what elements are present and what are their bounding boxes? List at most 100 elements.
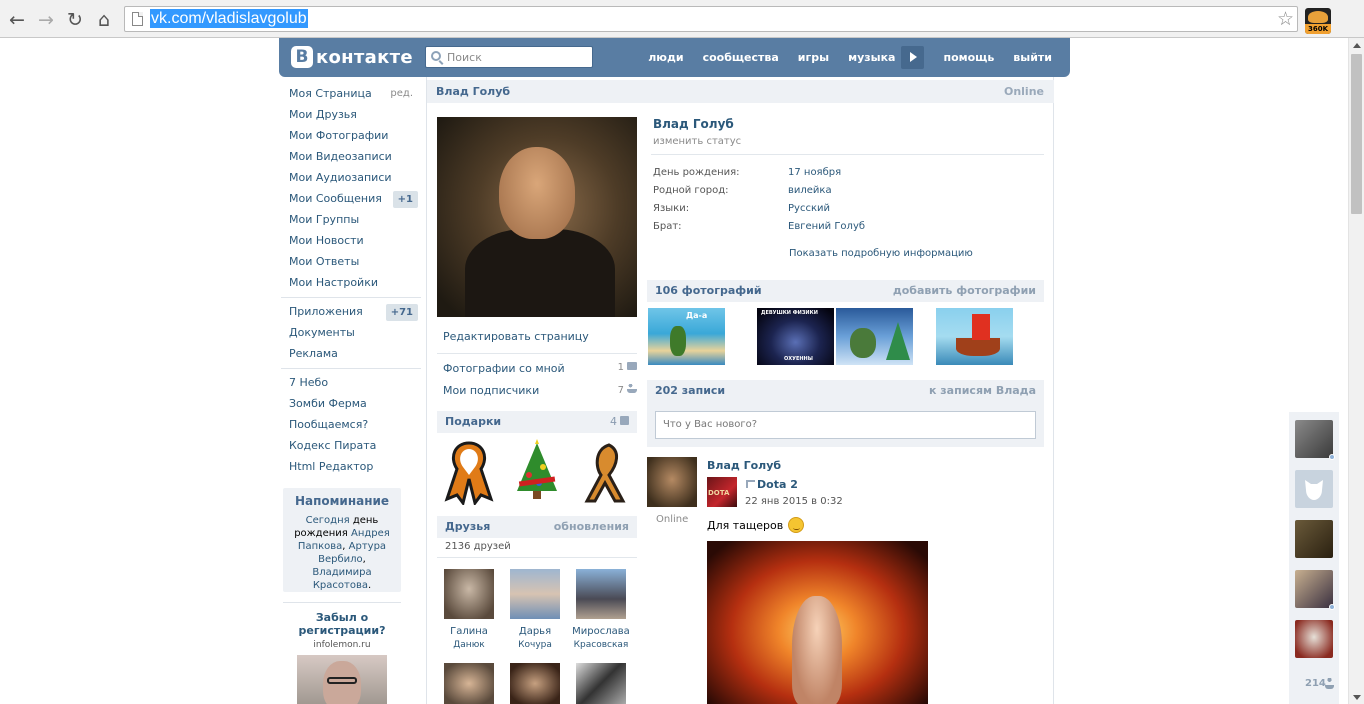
wall-post-input[interactable]: Что у Вас нового? <box>655 411 1036 439</box>
menu-friends[interactable]: Мои Друзья <box>281 105 421 126</box>
friend-photo[interactable] <box>444 569 494 619</box>
repost-source-avatar[interactable]: DOTA <box>707 477 737 507</box>
friend-item[interactable]: Галина Данюк <box>436 569 502 652</box>
friend-name[interactable]: Мирослава Красовская <box>568 625 634 652</box>
subscribers-link[interactable]: Мои подписчики <box>443 384 539 397</box>
address-bar[interactable]: vk.com/vladislavgolub ☆ <box>124 6 1298 32</box>
post-image[interactable] <box>707 541 928 704</box>
edit-page-link[interactable]: Редактировать страницу <box>443 330 589 343</box>
post-author-avatar[interactable] <box>647 457 697 507</box>
info-value-link[interactable]: Евгений Голуб <box>788 221 865 232</box>
gift-christmas-tree-icon[interactable] <box>509 439 565 505</box>
add-photos-link[interactable]: добавить фотографии <box>893 284 1036 297</box>
play-icon[interactable] <box>901 46 925 69</box>
friends-total[interactable]: 2136 друзей <box>445 541 511 552</box>
gift-ribbon-icon[interactable] <box>441 439 497 507</box>
dock-friend-avatar[interactable] <box>1295 420 1335 460</box>
friends-header[interactable]: Друзья обновления <box>437 516 637 538</box>
menu-photos[interactable]: Мои Фотографии <box>281 126 421 147</box>
repost-source-name[interactable]: Dota 2 <box>757 478 798 491</box>
forward-arrow-icon[interactable]: → <box>35 9 57 31</box>
friend-name[interactable]: Галина Данюк <box>436 625 502 652</box>
friends-updates-link[interactable]: обновления <box>554 520 629 533</box>
menu-game-5[interactable]: Html Редактор <box>281 457 421 478</box>
subscribers-row[interactable]: Мои подписчики 7 <box>427 384 637 400</box>
photos-with-me-row[interactable]: Фотографии со мной 1 <box>427 362 637 378</box>
friend-photo[interactable] <box>576 569 626 619</box>
vk-logo[interactable]: B контакте <box>291 46 413 68</box>
menu-game-3[interactable]: Пообщаемся? <box>281 415 421 436</box>
dock-friend-avatar[interactable] <box>1295 570 1335 610</box>
photos-with-me-link[interactable]: Фотографии со мной <box>443 362 565 375</box>
menu-game-4[interactable]: Кодекс Пирата <box>281 436 421 457</box>
nav-music[interactable]: музыка <box>848 51 895 64</box>
reminder-today-link[interactable]: Сегодня <box>306 515 350 526</box>
friend-name[interactable]: Дарья Кочура <box>502 625 568 652</box>
edit-link[interactable]: ред. <box>390 84 413 104</box>
friend-photo[interactable] <box>510 663 560 704</box>
friend-item[interactable] <box>436 663 502 704</box>
dock-friend-avatar[interactable] <box>1295 620 1333 658</box>
change-status-link[interactable]: изменить статус <box>653 136 741 147</box>
wall-header[interactable]: 202 записи к записям Влада <box>647 380 1044 402</box>
photo-thumbnail[interactable] <box>836 308 913 365</box>
dock-friend-avatar[interactable] <box>1295 520 1333 558</box>
nav-communities[interactable]: сообщества <box>703 51 779 64</box>
nav-help[interactable]: помощь <box>943 51 994 64</box>
dock-friend-avatar[interactable] <box>1295 470 1333 508</box>
nav-people[interactable]: люди <box>648 51 683 64</box>
home-icon[interactable]: ⌂ <box>93 9 115 31</box>
show-more-link[interactable]: Показать подробную информацию <box>789 248 973 259</box>
photo-thumbnail[interactable]: Да-а <box>648 308 725 365</box>
gifts-header[interactable]: Подарки 4 <box>437 411 637 433</box>
reminder-person-3[interactable]: Владимира Красотова <box>312 567 371 591</box>
menu-my-page[interactable]: Моя Страница ред. <box>281 84 421 105</box>
post-author-name[interactable]: Влад Голуб <box>707 459 781 472</box>
friend-item[interactable]: Дарья Кочура <box>502 569 568 652</box>
friend-photo[interactable] <box>576 663 626 704</box>
menu-game-2[interactable]: Зомби Ферма <box>281 394 421 415</box>
url-text[interactable]: vk.com/vladislavgolub <box>150 9 308 28</box>
nav-games[interactable]: игры <box>798 51 829 64</box>
scrollbar[interactable] <box>1348 38 1364 704</box>
info-value-link[interactable]: вилейка <box>788 185 832 196</box>
friend-photo[interactable] <box>444 663 494 704</box>
menu-apps[interactable]: Приложения +71 <box>281 302 421 323</box>
sidebar-ad[interactable]: Забыл о регистрации? infolemon.ru <box>283 602 401 704</box>
scroll-down-arrow-icon[interactable] <box>1353 695 1361 700</box>
gift-ribbon-2-icon[interactable] <box>577 439 633 505</box>
info-value-link[interactable]: 17 ноября <box>788 167 841 178</box>
menu-game-1[interactable]: 7 Небо <box>281 373 421 394</box>
back-arrow-icon[interactable]: ← <box>6 9 28 31</box>
photo-thumbnail[interactable]: ДЕВУШКИ ФИЗИКИ ОХУЕННЫ <box>757 308 834 365</box>
menu-videos[interactable]: Мои Видеозаписи <box>281 147 421 168</box>
dock-online-count[interactable]: 214 <box>1305 678 1326 689</box>
photo-thumbnail[interactable] <box>936 308 1013 365</box>
menu-settings[interactable]: Мои Настройки <box>281 273 421 294</box>
ad-title[interactable]: Забыл о регистрации? <box>283 611 401 637</box>
friend-item[interactable] <box>502 663 568 704</box>
menu-ads[interactable]: Реклама <box>281 344 421 365</box>
bookmark-star-icon[interactable]: ☆ <box>1277 8 1294 30</box>
reload-icon[interactable]: ↻ <box>64 9 86 31</box>
scroll-thumb[interactable] <box>1351 54 1362 214</box>
friend-item[interactable] <box>568 663 634 704</box>
menu-docs[interactable]: Документы <box>281 323 421 344</box>
menu-answers[interactable]: Мои Ответы <box>281 252 421 273</box>
menu-audio[interactable]: Мои Аудиозаписи <box>281 168 421 189</box>
search-input[interactable]: Поиск <box>425 46 593 68</box>
post-date[interactable]: 22 янв 2015 в 0:32 <box>745 496 843 507</box>
profile-avatar[interactable] <box>437 117 637 317</box>
to-posts-link[interactable]: к записям Влада <box>929 384 1036 397</box>
extension-icon[interactable]: 360K <box>1305 8 1331 34</box>
menu-news[interactable]: Мои Новости <box>281 231 421 252</box>
friend-item[interactable]: Мирослава Красовская <box>568 569 634 652</box>
menu-messages[interactable]: Мои Сообщения +1 <box>281 189 421 210</box>
info-value-link[interactable]: Русский <box>788 203 830 214</box>
ad-image[interactable] <box>297 655 387 704</box>
friend-photo[interactable] <box>510 569 560 619</box>
nav-logout[interactable]: выйти <box>1013 51 1052 64</box>
photos-header[interactable]: 106 фотографий добавить фотографии <box>647 280 1044 302</box>
menu-groups[interactable]: Мои Группы <box>281 210 421 231</box>
scroll-up-arrow-icon[interactable] <box>1353 43 1361 48</box>
